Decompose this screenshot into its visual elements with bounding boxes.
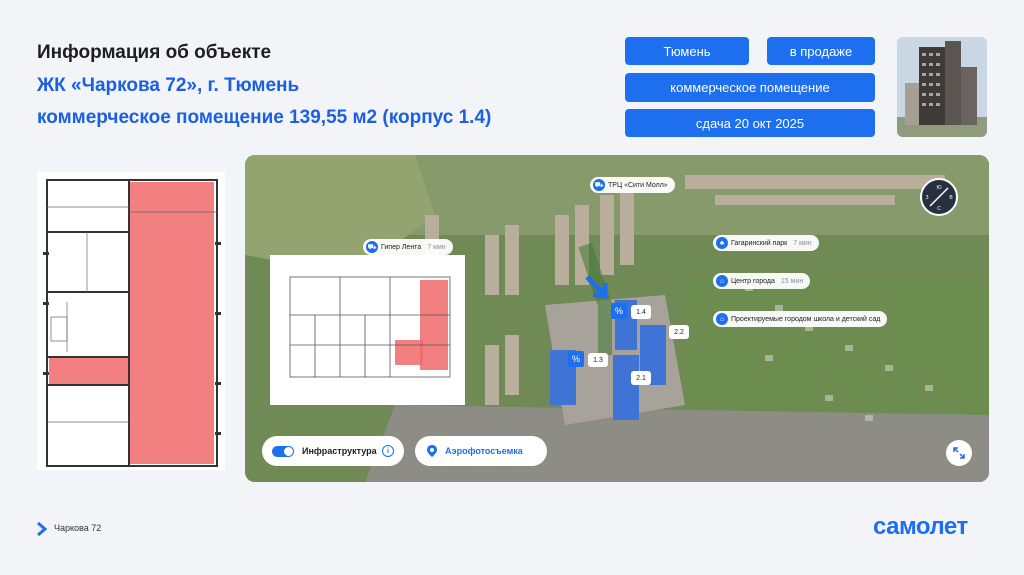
map-poi-city-mall[interactable]: ⛟ ТРЦ «Сити Молл» bbox=[590, 177, 675, 193]
svg-text:Ю: Ю bbox=[936, 185, 941, 191]
floor-plan[interactable] bbox=[37, 172, 225, 470]
city-icon: ⌂ bbox=[716, 275, 728, 287]
shopping-icon: ⛟ bbox=[593, 179, 605, 191]
map-poi-gagarin-park[interactable]: ♣ Гагаринский парк 7 мин bbox=[713, 235, 819, 251]
expand-icon bbox=[953, 447, 965, 459]
chevron-right-icon bbox=[37, 522, 47, 536]
tree-icon: ♣ bbox=[716, 237, 728, 249]
floor-plan-inset[interactable] bbox=[270, 255, 465, 405]
info-icon[interactable]: i bbox=[382, 445, 394, 457]
infrastructure-toggle[interactable]: Инфраструктура i bbox=[262, 436, 404, 466]
map-poi-school[interactable]: ⌂ Проектируемые городом школа и детский … bbox=[713, 311, 888, 327]
footer-project: Чаркова 72 bbox=[54, 523, 102, 533]
building-badge-1.3[interactable]: 1.3 bbox=[588, 353, 608, 367]
svg-text:З: З bbox=[925, 195, 928, 201]
building-badge-2.2[interactable]: 2.2 bbox=[669, 325, 689, 339]
type-tag: коммерческое помещение bbox=[625, 73, 875, 102]
compass-icon[interactable]: Ю В З С bbox=[920, 178, 958, 216]
city-tag: Тюмень bbox=[625, 37, 749, 65]
building-photo[interactable] bbox=[897, 37, 987, 137]
map-poi-center[interactable]: ⌂ Центр города 15 мин bbox=[713, 273, 811, 289]
pointer-arrow-icon bbox=[585, 275, 608, 299]
unit-title: коммерческое помещение 139,55 м2 (корпус… bbox=[37, 107, 492, 128]
map-poi-lenta[interactable]: ⛟ Гипер Лента 7 мин bbox=[363, 239, 453, 255]
page-title: Информация об объекте bbox=[37, 42, 272, 63]
complex-title: ЖК «Чаркова 72», г. Тюмень bbox=[37, 75, 300, 96]
completion-tag: сдача 20 окт 2025 bbox=[625, 109, 875, 137]
building-badge-1.4[interactable]: 1.4 bbox=[631, 305, 651, 319]
location-pin-icon bbox=[427, 445, 437, 457]
school-icon: ⌂ bbox=[716, 313, 728, 325]
building-badge-2.1[interactable]: 2.1 bbox=[631, 371, 651, 385]
toggle-switch[interactable] bbox=[272, 445, 294, 457]
aerial-photo-button[interactable]: Аэрофотосъемка bbox=[415, 436, 547, 466]
status-tag: в продаже bbox=[767, 37, 875, 65]
brand-logo: самолет bbox=[873, 513, 968, 540]
svg-text:В: В bbox=[949, 195, 953, 201]
percent-marker-1.3[interactable]: % bbox=[568, 351, 584, 367]
percent-marker-1.4[interactable]: % bbox=[611, 303, 627, 319]
cart-icon: ⛟ bbox=[366, 241, 378, 253]
expand-button[interactable] bbox=[946, 440, 972, 466]
svg-text:С: С bbox=[937, 206, 941, 212]
